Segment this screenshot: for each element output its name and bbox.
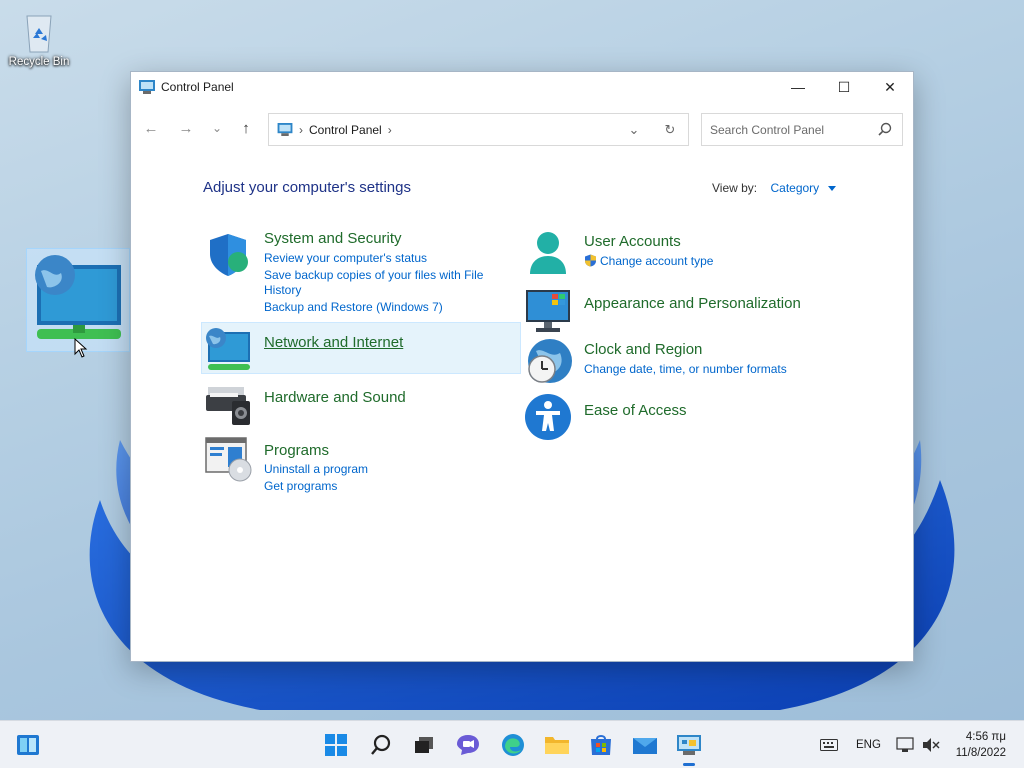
keyboard-icon — [820, 739, 838, 751]
clock-date: 11/8/2022 — [955, 747, 1006, 759]
clock-region-link[interactable]: Clock and Region — [584, 341, 787, 358]
programs-link[interactable]: Programs — [264, 442, 368, 459]
view-by-label: View by: — [712, 181, 758, 195]
review-status-link[interactable]: Review your computer's status — [264, 250, 483, 266]
view-by-chevron-icon[interactable] — [827, 186, 836, 192]
start-button[interactable] — [322, 731, 350, 759]
ease-access-link[interactable]: Ease of Access — [584, 402, 687, 419]
widgets-button[interactable] — [14, 731, 42, 759]
recycle-bin-icon — [26, 15, 52, 53]
windows-logo-icon — [325, 734, 347, 756]
active-app-indicator — [683, 763, 695, 766]
mouse-cursor-icon — [74, 338, 88, 358]
taskbar: ENG 4:56 πμ 11/8/2022 — [0, 720, 1024, 768]
uninstall-program-link[interactable]: Uninstall a program — [264, 461, 368, 477]
search-placeholder: Search Control Panel — [710, 122, 825, 137]
refresh-icon[interactable]: ↻ — [652, 122, 688, 138]
file-explorer-button[interactable] — [543, 731, 571, 759]
keyboard-indicator[interactable] — [820, 721, 838, 768]
maximize-button[interactable]: ☐ — [821, 72, 867, 102]
folder-icon — [545, 737, 569, 754]
breadcrumb-control-panel[interactable]: Control Panel — [309, 123, 382, 137]
network-status[interactable] — [896, 721, 914, 768]
language-indicator[interactable]: ENG — [856, 721, 881, 768]
user-icon — [530, 232, 566, 274]
volume-muted-icon — [923, 738, 940, 752]
mail-icon — [633, 738, 657, 754]
task-view-icon — [415, 737, 433, 753]
control-panel-icon — [677, 735, 701, 755]
address-dropdown-chevron-icon[interactable]: ⌄ — [616, 122, 652, 138]
get-programs-link[interactable]: Get programs — [264, 478, 368, 494]
appearance-monitor-icon — [526, 290, 570, 332]
chat-button[interactable] — [454, 731, 482, 759]
store-icon — [591, 735, 611, 755]
edge-button[interactable] — [499, 731, 527, 759]
clock-time: 4:56 πμ — [965, 731, 1006, 743]
accessibility-icon — [525, 394, 571, 440]
change-account-type-label: Change account type — [600, 254, 714, 268]
page-heading: Adjust your computer's settings — [203, 179, 411, 196]
recycle-bin-shortcut[interactable]: Recycle Bin — [4, 8, 74, 68]
system-security-link[interactable]: System and Security — [264, 230, 483, 247]
back-button[interactable]: ← — [139, 116, 163, 140]
chat-icon — [457, 735, 479, 755]
volume-status[interactable] — [922, 721, 940, 768]
network-status-icon — [896, 737, 914, 752]
address-bar[interactable]: › Control Panel › ⌄ ↻ — [268, 113, 689, 146]
breadcrumb-separator-icon: › — [299, 122, 303, 137]
search-box[interactable]: Search Control Panel — [701, 113, 903, 146]
store-button[interactable] — [587, 731, 615, 759]
network-internet-link[interactable]: Network and Internet — [264, 334, 403, 351]
change-account-type-link[interactable]: Change account type — [584, 253, 713, 269]
control-panel-title-icon — [139, 80, 155, 94]
task-view-button[interactable] — [410, 731, 438, 759]
search-taskbar-button[interactable] — [367, 731, 395, 759]
backup-restore-link[interactable]: Backup and Restore (Windows 7) — [264, 299, 483, 315]
search-icon — [371, 734, 391, 755]
file-history-link-line2[interactable]: History — [264, 282, 483, 298]
control-panel-window: Control Panel — ☐ ✕ ← → ⌄ ↑ › Control Pa… — [130, 71, 914, 662]
up-button[interactable]: ↑ — [234, 116, 258, 140]
forward-button[interactable]: → — [174, 116, 198, 140]
search-icon[interactable] — [878, 122, 892, 136]
hardware-sound-link[interactable]: Hardware and Sound — [264, 389, 406, 406]
edge-icon — [502, 734, 524, 756]
printer-speaker-icon — [206, 387, 250, 425]
minimize-button[interactable]: — — [775, 72, 821, 102]
mail-button[interactable] — [631, 731, 659, 759]
window-title: Control Panel — [161, 80, 234, 94]
shield-icon — [210, 234, 248, 276]
close-button[interactable]: ✕ — [867, 72, 913, 102]
recycle-bin-label: Recycle Bin — [8, 56, 70, 68]
network-globe-icon — [206, 328, 250, 370]
control-panel-taskbar-button[interactable] — [675, 731, 703, 759]
change-date-formats-link[interactable]: Change date, time, or number formats — [584, 361, 787, 377]
breadcrumb-chevron-icon[interactable]: › — [388, 123, 392, 137]
clock-globe-icon — [528, 339, 572, 383]
address-control-panel-icon — [277, 123, 293, 136]
appearance-link[interactable]: Appearance and Personalization — [584, 295, 801, 312]
file-history-link[interactable]: Save backup copies of your files with Fi… — [264, 267, 483, 283]
programs-icon — [205, 437, 252, 482]
uac-shield-icon — [585, 254, 596, 267]
view-by-dropdown[interactable]: Category — [770, 181, 819, 195]
system-clock[interactable]: 4:56 πμ 11/8/2022 — [956, 729, 1006, 761]
user-accounts-link[interactable]: User Accounts — [584, 233, 713, 250]
recent-locations-button[interactable]: ⌄ — [205, 116, 229, 140]
view-by-control: View by: Category — [712, 181, 836, 195]
title-bar[interactable]: Control Panel — ☐ ✕ — [131, 72, 913, 102]
widgets-icon — [17, 735, 39, 755]
drag-preview-network-icon — [26, 248, 130, 352]
